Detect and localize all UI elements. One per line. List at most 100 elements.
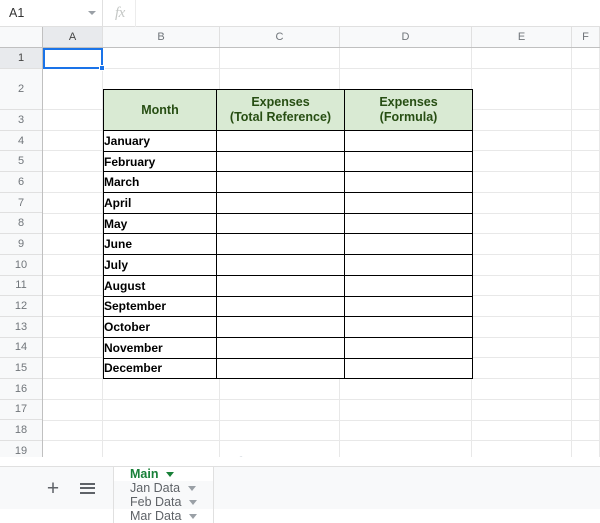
row-header-7[interactable]: 7 — [0, 192, 42, 214]
sheet-tab-feb-data[interactable]: Feb Data — [113, 495, 215, 509]
cell-month[interactable]: June — [103, 233, 217, 256]
sheet-tab-bar: + Main Jan Data Feb Data Mar Data — [0, 466, 600, 523]
cell-formula[interactable] — [344, 295, 473, 318]
sheet-tab-mar-data[interactable]: Mar Data — [113, 509, 215, 523]
row-headers: 1 2 3 4 5 6 7 8 9 10 11 12 13 14 15 16 17 18 19 — [0, 48, 43, 457]
cell-total-reference[interactable] — [216, 150, 345, 173]
cell-month[interactable]: July — [103, 254, 217, 276]
column-header-label: F — [582, 31, 589, 43]
row-header-label: 2 — [17, 83, 25, 95]
row-header-label: 14 — [14, 341, 28, 354]
cell-total-reference[interactable] — [216, 274, 345, 297]
cell-formula[interactable] — [344, 192, 473, 214]
cell-month[interactable]: October — [103, 316, 217, 338]
row-header-19[interactable]: 19 — [0, 441, 42, 457]
sheet-tab-chevron-down-icon[interactable] — [189, 499, 198, 505]
row-header-14[interactable]: 14 — [0, 337, 42, 359]
cell-total-reference[interactable] — [216, 336, 345, 359]
cell-formula[interactable] — [344, 171, 473, 194]
row-header-13[interactable]: 13 — [0, 316, 42, 338]
sheet-tab-chevron-down-icon[interactable] — [166, 471, 175, 477]
cell-total-reference[interactable] — [216, 357, 345, 380]
row-header-label: 17 — [14, 403, 28, 416]
row-header-18[interactable]: 18 — [0, 420, 42, 441]
row-header-3[interactable]: 3 — [0, 110, 42, 131]
sheet-tab-chevron-down-icon[interactable] — [189, 513, 198, 519]
cell-formula[interactable] — [344, 336, 473, 359]
table-row: July — [103, 254, 473, 276]
cell-total-reference[interactable] — [216, 192, 345, 214]
all-sheets-button[interactable] — [74, 475, 100, 501]
cell-total-reference[interactable] — [216, 233, 345, 256]
cell-formula[interactable] — [344, 274, 473, 297]
cell-total-reference[interactable] — [216, 295, 345, 318]
cell-total-reference[interactable] — [216, 316, 345, 338]
name-box[interactable]: A1 — [0, 0, 103, 27]
cell-month[interactable]: February — [103, 150, 217, 173]
select-all-corner[interactable] — [0, 27, 43, 48]
sheet-tabs: Main Jan Data Feb Data Mar Data — [113, 467, 215, 523]
row-header-9[interactable]: 9 — [0, 234, 42, 255]
cell-month[interactable]: December — [103, 357, 217, 380]
column-header-b[interactable]: B — [103, 27, 220, 47]
add-sheet-button[interactable]: + — [40, 475, 66, 501]
row-header-label: 8 — [17, 217, 25, 230]
fx-zone: fx — [103, 0, 136, 27]
row-header-8[interactable]: 8 — [0, 213, 42, 235]
row-header-12[interactable]: 12 — [0, 296, 42, 317]
cell-month[interactable]: March — [103, 171, 217, 194]
row-header-label: 6 — [17, 175, 25, 188]
row-header-2[interactable]: 2 — [0, 69, 42, 110]
row-header-17[interactable]: 17 — [0, 399, 42, 421]
fill-handle[interactable] — [99, 65, 105, 71]
cell-formula[interactable] — [344, 233, 473, 256]
cell-month[interactable]: May — [103, 212, 217, 235]
column-header-f[interactable]: F — [572, 27, 600, 47]
column-header-d[interactable]: D — [340, 27, 472, 47]
cell-total-reference[interactable] — [216, 130, 345, 152]
column-header-label: B — [157, 31, 165, 43]
table-row: February — [103, 150, 473, 173]
sheet-tab-chevron-down-icon[interactable] — [188, 485, 197, 491]
cell-month[interactable]: January — [103, 130, 217, 152]
cell-formula[interactable] — [344, 254, 473, 276]
column-header-a[interactable]: A — [43, 27, 103, 47]
cell-month[interactable]: November — [103, 336, 217, 359]
cell-month[interactable]: September — [103, 295, 217, 318]
row-header-label: 15 — [14, 362, 28, 375]
formula-input[interactable] — [135, 0, 600, 27]
cell-formula[interactable] — [344, 150, 473, 173]
row-header-4[interactable]: 4 — [0, 130, 42, 152]
cell-formula[interactable] — [344, 357, 473, 380]
cell-formula[interactable] — [344, 130, 473, 152]
row-header-label: 19 — [14, 444, 28, 457]
row-header-5[interactable]: 5 — [0, 151, 42, 173]
cell-month[interactable]: August — [103, 274, 217, 297]
row-header-15[interactable]: 15 — [0, 358, 42, 379]
row-header-label: 10 — [14, 258, 28, 271]
active-cell-a1[interactable] — [43, 48, 105, 71]
row-header-16[interactable]: 16 — [0, 378, 42, 400]
row-header-6[interactable]: 6 — [0, 172, 42, 193]
column-header-e[interactable]: E — [472, 27, 572, 47]
grid-row-line — [43, 440, 600, 442]
cell-total-reference[interactable] — [216, 254, 345, 276]
row-header-11[interactable]: 11 — [0, 275, 42, 297]
sheet-tools: + — [0, 467, 114, 509]
chevron-down-icon[interactable] — [88, 11, 96, 15]
row-header-label: 7 — [17, 196, 25, 209]
row-header-1[interactable]: 1 — [0, 48, 42, 69]
cells-area[interactable]: Month Expenses (Total Reference) Expense… — [43, 48, 600, 457]
cell-formula[interactable] — [344, 212, 473, 235]
cell-total-reference[interactable] — [216, 212, 345, 235]
name-box-value: A1 — [9, 6, 25, 20]
cell-total-reference[interactable] — [216, 171, 345, 194]
cell-month[interactable]: April — [103, 192, 217, 214]
row-header-label: 4 — [17, 134, 25, 147]
sheet-tab-jan-data[interactable]: Jan Data — [113, 481, 215, 495]
row-header-label: 13 — [14, 320, 28, 333]
cell-formula[interactable] — [344, 316, 473, 338]
row-header-10[interactable]: 10 — [0, 254, 42, 276]
column-header-c[interactable]: C — [220, 27, 340, 47]
sheet-tab-main[interactable]: Main — [113, 467, 215, 481]
